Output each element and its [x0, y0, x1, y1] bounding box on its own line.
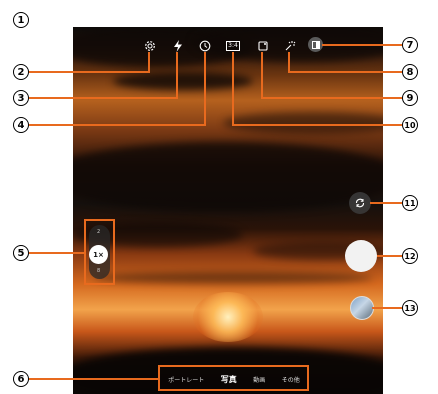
leader-line-7	[322, 44, 402, 46]
leader-line-13	[372, 307, 402, 309]
mode-video[interactable]: 動画	[253, 375, 265, 384]
leader-line-2	[29, 71, 149, 73]
zoom-bottom-mark[interactable]: 8	[97, 268, 100, 274]
quick-settings-panel-button[interactable]	[308, 37, 323, 52]
capture-view-icon	[87, 16, 94, 24]
callout-8: 8	[402, 64, 418, 80]
callout-9: 9	[402, 90, 418, 106]
leader-line-9	[261, 97, 402, 99]
leader-line-3-v	[176, 52, 178, 99]
callout-4: 4	[13, 117, 29, 133]
mode-photo[interactable]: 写真	[221, 374, 237, 385]
leader-line-9-v	[261, 52, 263, 99]
leader-line-11	[370, 202, 402, 204]
leader-line-4	[29, 124, 205, 126]
mode-more[interactable]: その他	[282, 375, 300, 384]
callout-13: 13	[402, 300, 418, 316]
filter-effects-icon[interactable]	[282, 38, 298, 54]
callout-12: 12	[402, 248, 418, 264]
gallery-thumbnail[interactable]	[350, 296, 374, 320]
motion-photo-icon[interactable]	[255, 38, 271, 54]
zoom-level-button[interactable]: 1×	[89, 245, 108, 264]
leader-line-2-v	[148, 52, 150, 73]
settings-icon[interactable]	[142, 38, 158, 54]
leader-line-8-v	[288, 52, 290, 73]
callout-10: 10	[402, 117, 418, 133]
shooting-mode-selector: ポートレート 写真 動画 その他	[160, 370, 308, 388]
callout-7: 7	[402, 37, 418, 53]
leader-line-6	[29, 378, 159, 380]
switch-camera-button[interactable]	[349, 192, 371, 214]
callout-3: 3	[13, 90, 29, 106]
leader-line-12	[377, 255, 402, 257]
capture-view-label: キャプチャ表示	[97, 17, 139, 25]
leader-line-4-v	[204, 52, 206, 126]
leader-line-10	[232, 124, 402, 126]
leader-line-8	[288, 71, 402, 73]
callout-11: 11	[402, 195, 418, 211]
leader-line-3	[29, 97, 177, 99]
callout-5: 5	[13, 245, 29, 261]
mode-portrait[interactable]: ポートレート	[168, 375, 204, 384]
leader-line-5	[29, 252, 85, 254]
capture-view-indicator[interactable]: キャプチャ表示	[87, 13, 139, 27]
callout-6: 6	[13, 371, 29, 387]
callout-1: 1	[13, 12, 29, 28]
zoom-top-mark[interactable]: 2	[97, 229, 100, 235]
callout-2: 2	[13, 64, 29, 80]
camera-viewfinder[interactable]	[73, 27, 383, 394]
leader-line-10-v	[232, 52, 234, 126]
flash-icon[interactable]	[170, 38, 186, 54]
shutter-button[interactable]	[345, 240, 377, 272]
